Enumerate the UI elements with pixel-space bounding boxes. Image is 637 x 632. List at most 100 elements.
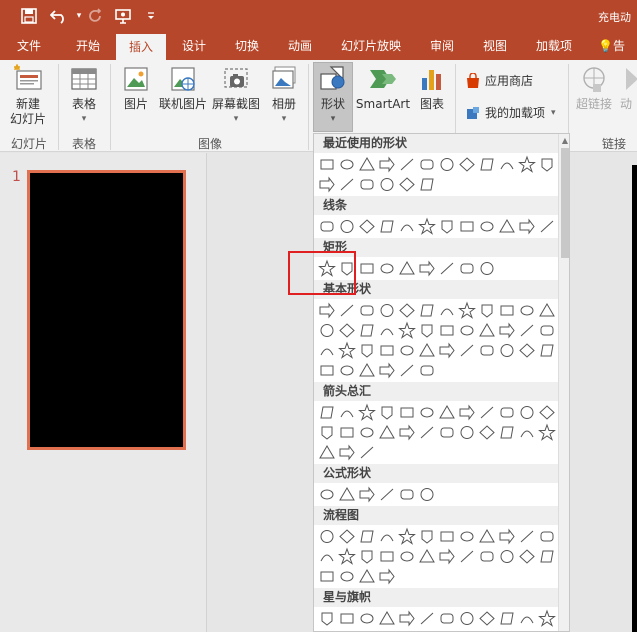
shape-option-icon[interactable]	[318, 567, 336, 586]
shape-option-icon[interactable]	[318, 361, 336, 380]
album-button[interactable]: 相册 ▾	[264, 64, 304, 127]
chart-button[interactable]: 图表	[414, 64, 450, 112]
shape-option-icon[interactable]	[378, 609, 396, 628]
shape-option-icon[interactable]	[398, 175, 416, 194]
tab-transitions[interactable]: 切换	[224, 33, 270, 60]
shape-option-icon[interactable]	[458, 403, 476, 422]
shape-option-icon[interactable]	[398, 423, 416, 442]
shape-option-icon[interactable]	[518, 609, 536, 628]
shape-option-icon[interactable]	[398, 361, 416, 380]
shape-option-icon[interactable]	[458, 301, 476, 320]
shape-option-icon[interactable]	[498, 547, 516, 566]
shape-option-icon[interactable]	[398, 321, 416, 340]
shape-option-icon[interactable]	[358, 175, 376, 194]
shape-option-icon[interactable]	[498, 321, 516, 340]
customize-icon[interactable]	[140, 5, 162, 27]
tab-review[interactable]: 审阅	[420, 33, 464, 60]
shape-option-icon[interactable]	[518, 217, 536, 236]
shape-option-icon[interactable]	[438, 547, 456, 566]
shape-option-icon[interactable]	[498, 341, 516, 360]
shape-option-icon[interactable]	[338, 341, 356, 360]
shape-option-icon[interactable]	[318, 341, 336, 360]
shape-option-icon[interactable]	[398, 609, 416, 628]
shape-option-icon[interactable]	[358, 443, 376, 462]
shape-option-icon[interactable]	[478, 321, 496, 340]
shape-option-icon[interactable]	[538, 301, 556, 320]
gallery-scrollbar[interactable]: ▲	[558, 134, 569, 631]
shape-option-icon[interactable]	[358, 567, 376, 586]
shape-option-icon[interactable]	[338, 609, 356, 628]
shape-option-icon[interactable]	[378, 423, 396, 442]
shape-option-icon[interactable]	[478, 301, 496, 320]
shape-option-icon[interactable]	[458, 321, 476, 340]
shape-option-icon[interactable]	[358, 259, 376, 278]
tab-slideshow[interactable]: 幻灯片放映	[334, 33, 408, 60]
shape-option-icon[interactable]	[498, 301, 516, 320]
shape-option-icon[interactable]	[438, 217, 456, 236]
shape-option-icon[interactable]	[538, 155, 556, 174]
shape-option-icon[interactable]	[438, 403, 456, 422]
shape-option-icon[interactable]	[518, 403, 536, 422]
shape-option-icon[interactable]	[358, 341, 376, 360]
shape-option-icon[interactable]	[418, 259, 436, 278]
shape-option-icon[interactable]	[458, 547, 476, 566]
shape-option-icon[interactable]	[518, 527, 536, 546]
shape-option-icon[interactable]	[418, 403, 436, 422]
undo-icon[interactable]	[48, 5, 70, 27]
shape-option-icon[interactable]	[518, 301, 536, 320]
shape-option-icon[interactable]	[358, 321, 376, 340]
tab-addins[interactable]: 加载项	[528, 33, 580, 60]
shape-option-icon[interactable]	[418, 547, 436, 566]
picture-button[interactable]: 图片	[116, 64, 156, 112]
shape-option-icon[interactable]	[538, 217, 556, 236]
shape-option-icon[interactable]	[518, 423, 536, 442]
shape-option-icon[interactable]	[318, 485, 336, 504]
shape-option-icon[interactable]	[358, 423, 376, 442]
shape-option-icon[interactable]	[378, 321, 396, 340]
slide-thumbnail[interactable]	[27, 170, 186, 450]
shape-option-icon[interactable]	[398, 403, 416, 422]
shape-option-icon[interactable]	[538, 547, 556, 566]
shape-option-icon[interactable]	[358, 527, 376, 546]
shape-option-icon[interactable]	[478, 547, 496, 566]
save-icon[interactable]	[18, 5, 40, 27]
smartart-button[interactable]: SmartArt	[354, 64, 412, 112]
shape-option-icon[interactable]	[498, 155, 516, 174]
shape-option-icon[interactable]	[498, 527, 516, 546]
tab-home[interactable]: 开始	[66, 33, 110, 60]
shape-option-icon[interactable]	[398, 527, 416, 546]
shape-option-icon[interactable]	[398, 301, 416, 320]
tab-animations[interactable]: 动画	[278, 33, 322, 60]
shape-option-icon[interactable]	[418, 321, 436, 340]
shape-option-icon[interactable]	[358, 361, 376, 380]
shape-option-icon[interactable]	[318, 175, 336, 194]
shape-option-icon[interactable]	[338, 361, 356, 380]
shape-option-icon[interactable]	[378, 361, 396, 380]
shape-option-icon[interactable]	[338, 217, 356, 236]
shape-option-icon[interactable]	[458, 609, 476, 628]
shape-option-icon[interactable]	[378, 485, 396, 504]
shape-option-icon[interactable]	[318, 443, 336, 462]
shape-option-icon[interactable]	[418, 361, 436, 380]
shape-option-icon[interactable]	[438, 301, 456, 320]
shape-option-icon[interactable]	[378, 341, 396, 360]
redo-icon[interactable]	[84, 5, 106, 27]
shape-option-icon[interactable]	[358, 301, 376, 320]
shape-option-icon[interactable]	[458, 259, 476, 278]
shape-option-icon[interactable]	[318, 547, 336, 566]
hyperlink-button[interactable]: 超链接	[572, 64, 616, 112]
shape-option-icon[interactable]	[398, 259, 416, 278]
shape-option-icon[interactable]	[438, 341, 456, 360]
shape-option-icon[interactable]	[498, 609, 516, 628]
shape-option-icon[interactable]	[478, 259, 496, 278]
scroll-up-icon[interactable]: ▲	[560, 136, 569, 146]
tab-tell-me[interactable]: 💡告	[598, 33, 637, 60]
shape-option-icon[interactable]	[418, 485, 436, 504]
shape-option-icon[interactable]	[418, 527, 436, 546]
shape-option-icon[interactable]	[378, 403, 396, 422]
shape-option-icon[interactable]	[398, 217, 416, 236]
shape-option-icon[interactable]	[378, 217, 396, 236]
shape-option-icon[interactable]	[438, 527, 456, 546]
shape-option-icon[interactable]	[458, 423, 476, 442]
shape-option-icon[interactable]	[518, 155, 536, 174]
